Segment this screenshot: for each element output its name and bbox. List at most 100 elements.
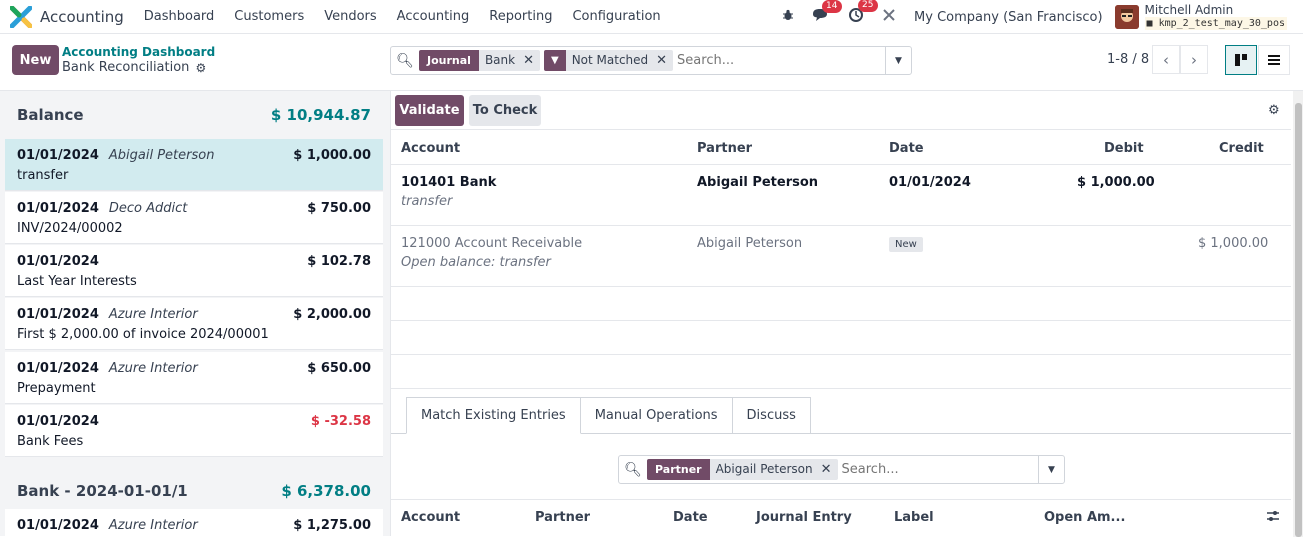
line-date: 01/01/2024: [17, 254, 99, 269]
column-partner: Partner: [535, 510, 591, 525]
table-row[interactable]: 121000 Account Receivable Open balance: …: [391, 226, 1291, 287]
tab-match-existing-entries[interactable]: Match Existing Entries: [406, 397, 581, 434]
new-badge: New: [889, 237, 923, 252]
column-label: Label: [894, 510, 934, 525]
tab-discuss[interactable]: Discuss: [732, 397, 811, 434]
scrollbar[interactable]: [1293, 91, 1303, 537]
column-credit: Credit: [1219, 141, 1264, 156]
pager-previous-button[interactable]: ‹: [1152, 45, 1180, 74]
statement-line[interactable]: 01/01/2024 Azure Interior $ 650.00 Prepaym…: [5, 352, 383, 404]
line-partner: Abigail Peterson: [108, 148, 215, 163]
row-partner: Abigail Peterson: [697, 175, 819, 190]
row-debit: $ 1,000.00: [1077, 175, 1155, 190]
statement-line[interactable]: 01/01/2024 $ 102.78 Last Year Interests: [5, 245, 383, 297]
line-date: 01/01/2024: [17, 518, 99, 533]
group-title: Balance: [17, 106, 84, 124]
lines-table-header: Account Partner Date Debit Credit: [391, 129, 1291, 165]
company-switcher[interactable]: My Company (San Francisco): [914, 10, 1102, 25]
table-row[interactable]: 101401 Bank transfer Abigail Peterson 01…: [391, 165, 1291, 226]
statement-line[interactable]: 01/01/2024 Azure Interior $ 2,000.00 First…: [5, 298, 383, 350]
line-partner: Azure Interior: [108, 518, 198, 533]
statement-line[interactable]: 01/01/2024 Abigail Peterson $ 1,000.00 tra…: [5, 139, 383, 191]
remove-facet-icon[interactable]: ✕: [654, 50, 674, 71]
empty-row: [391, 287, 1291, 321]
partner-search-bar: 🔍︎ Partner Abigail Peterson ✕ ▼: [618, 455, 1065, 484]
column-partner: Partner: [697, 141, 753, 156]
tab-manual-operations[interactable]: Manual Operations: [580, 397, 733, 434]
gear-icon[interactable]: ⚙: [1268, 103, 1280, 118]
user-name: Mitchell Admin: [1144, 3, 1234, 17]
column-date: Date: [889, 141, 924, 156]
statement-line[interactable]: 01/01/2024 Azure Interior $ 1,275.00: [5, 509, 383, 536]
row-date: 01/01/2024: [889, 175, 971, 190]
line-label: transfer: [17, 168, 69, 183]
menu-accounting[interactable]: Accounting: [387, 9, 480, 24]
row-label: Open balance: transfer: [401, 255, 551, 270]
menu-reporting[interactable]: Reporting: [479, 9, 562, 24]
line-amount: $ -32.58: [310, 414, 371, 429]
remove-facet-icon[interactable]: ✕: [521, 50, 540, 71]
pager-value[interactable]: 1-8 / 8: [1107, 52, 1149, 67]
chat-count-badge: 14: [822, 0, 842, 13]
search-dropdown-toggle[interactable]: ▼: [1038, 456, 1064, 483]
control-panel: New Accounting Dashboard Bank Reconcilia…: [0, 34, 1303, 90]
column-debit: Debit: [1104, 141, 1144, 156]
search-dropdown-toggle[interactable]: ▼: [885, 47, 911, 74]
statement-line[interactable]: 01/01/2024 Deco Addict $ 750.00 INV/2024/0…: [5, 192, 383, 244]
bank-statement-group-header[interactable]: Bank - 2024-01-01/1 $ 6,378.00: [5, 467, 383, 515]
statement-lines-panel: Balance $ 10,944.87 01/01/2024 Abigail Pe…: [0, 90, 390, 536]
filter-facet: ▼ Not Matched ✕: [543, 50, 674, 71]
facet-label: Partner: [647, 459, 710, 480]
search-input[interactable]: [677, 48, 885, 73]
kanban-view-button[interactable]: [1225, 45, 1257, 75]
balance-group-header: Balance $ 10,944.87: [5, 91, 383, 139]
remove-facet-icon[interactable]: ✕: [818, 459, 838, 480]
line-partner: Azure Interior: [108, 361, 198, 376]
empty-row: [391, 355, 1291, 389]
column-settings-icon[interactable]: [1266, 510, 1280, 526]
pager-next-button[interactable]: ›: [1180, 45, 1208, 74]
bug-icon[interactable]: [782, 9, 794, 25]
line-label: First $ 2,000.00 of invoice 2024/00001: [17, 327, 269, 342]
search-input[interactable]: [841, 457, 1038, 482]
activity-clock-icon[interactable]: 25: [848, 0, 878, 27]
line-label: Prepayment: [17, 381, 96, 396]
row-account: 121000 Account Receivable: [401, 236, 583, 251]
accounting-app-icon[interactable]: [9, 5, 33, 28]
gear-icon[interactable]: ⚙: [195, 61, 206, 75]
line-amount: $ 750.00: [307, 201, 371, 216]
menu-customers[interactable]: Customers: [224, 9, 314, 24]
user-avatar[interactable]: [1114, 5, 1139, 29]
line-amount: $ 102.78: [307, 254, 371, 269]
row-partner: Abigail Peterson: [697, 236, 803, 251]
group-title: Bank - 2024-01-01/1: [17, 482, 188, 500]
activity-count-badge: 25: [858, 0, 878, 12]
to-check-button[interactable]: To Check: [469, 95, 541, 126]
new-button[interactable]: New: [12, 45, 59, 75]
tools-icon[interactable]: [882, 8, 896, 26]
line-amount: $ 650.00: [307, 361, 371, 376]
scroll-thumb[interactable]: [1295, 103, 1302, 537]
list-view-button[interactable]: [1258, 45, 1290, 75]
menu-vendors[interactable]: Vendors: [314, 9, 386, 24]
row-label: transfer: [401, 194, 453, 209]
app-name[interactable]: Accounting: [40, 8, 124, 26]
filter-icon: ▼: [543, 50, 566, 71]
database-name: ■ kmp_2_test_may_30_pos: [1144, 17, 1287, 30]
user-menu[interactable]: Mitchell Admin ■ kmp_2_test_may_30_pos: [1144, 3, 1287, 30]
line-date: 01/01/2024: [17, 414, 99, 429]
search-icon: 🔍︎: [624, 461, 642, 478]
menu-configuration[interactable]: Configuration: [562, 9, 670, 24]
chat-icon[interactable]: 14: [812, 0, 842, 26]
line-amount: $ 2,000.00: [293, 307, 371, 322]
line-label: Last Year Interests: [17, 274, 137, 289]
validate-button[interactable]: Validate: [395, 95, 464, 126]
group-amount: $ 10,944.87: [270, 106, 371, 124]
partner-facet: Partner Abigail Peterson ✕: [647, 459, 838, 480]
menu-dashboard[interactable]: Dashboard: [134, 9, 225, 24]
breadcrumb-parent[interactable]: Accounting Dashboard: [62, 45, 215, 59]
line-partner: Deco Addict: [108, 201, 188, 216]
column-journal-entry: Journal Entry: [756, 510, 852, 525]
statement-line[interactable]: 01/01/2024 $ -32.58 Bank Fees: [5, 405, 383, 457]
column-date: Date: [673, 510, 708, 525]
